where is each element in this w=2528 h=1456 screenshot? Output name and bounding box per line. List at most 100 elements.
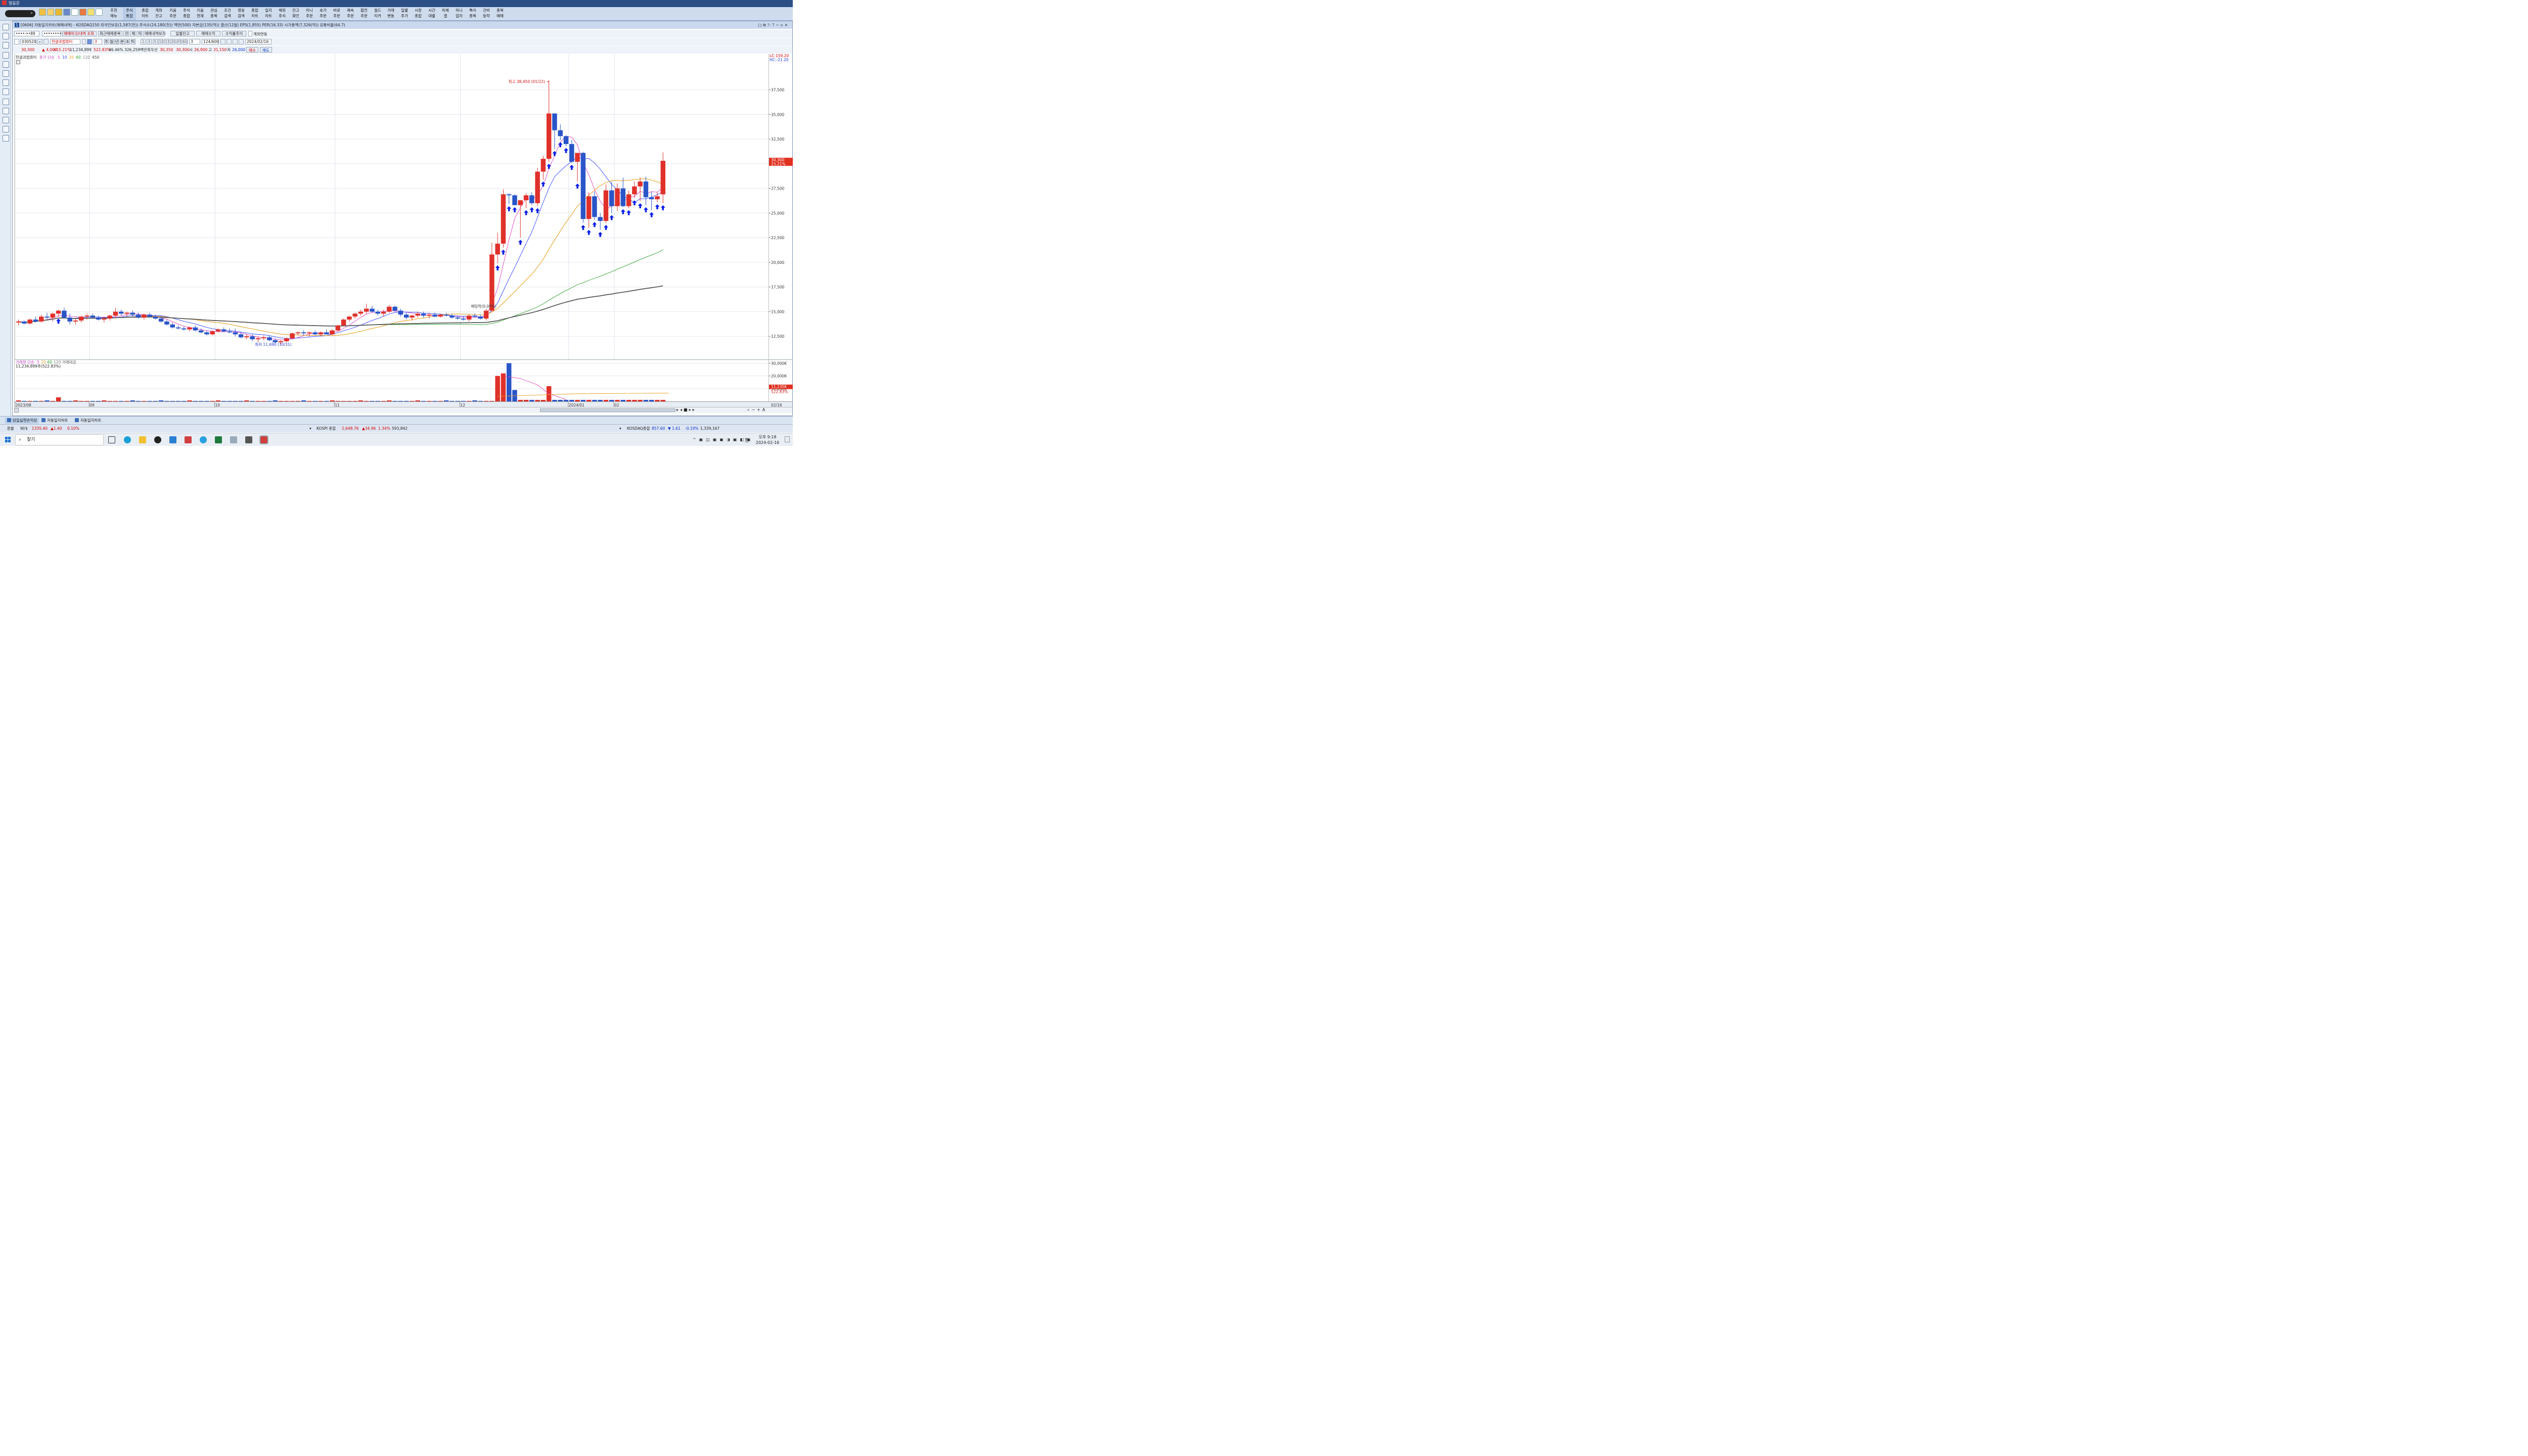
menu-item-28[interactable]: 종목 매매 (493, 8, 507, 20)
recent-trades-button[interactable]: 최근매매종목 (98, 31, 122, 36)
fill-icon[interactable] (3, 108, 9, 114)
kospi-label[interactable]: KOSPI 종합 (317, 426, 336, 431)
buy-arrow-icon[interactable] (638, 203, 643, 209)
menu-item-21[interactable]: 일별 주가 (398, 8, 411, 20)
menu-item-0[interactable]: 추천 메뉴 (107, 8, 120, 20)
buy-arrow-icon[interactable] (580, 224, 585, 230)
menu-item-15[interactable]: 호가 주문 (317, 8, 330, 20)
menu-item-7[interactable]: 관심 종목 (207, 8, 220, 20)
minute-button-3[interactable]: 10 (158, 39, 164, 44)
buy-arrow-icon[interactable] (620, 209, 625, 214)
kiwoom-icon[interactable] (185, 436, 192, 443)
file-explorer-icon[interactable] (139, 436, 146, 443)
chart-menu-icon[interactable] (16, 60, 20, 64)
menu-item-18[interactable]: 팝전 주문 (357, 8, 371, 20)
menu-item-25[interactable]: 미니 업자 (453, 8, 466, 20)
search-stock-icon[interactable]: ⌕ (37, 39, 42, 44)
notification-icon[interactable] (785, 436, 790, 442)
account-select[interactable]: ••••-••89 (14, 31, 39, 36)
menu-item-22[interactable]: 시장 종합 (412, 8, 425, 20)
gear-icon[interactable] (96, 9, 103, 16)
circle-icon[interactable] (3, 117, 9, 123)
buy-arrow-icon[interactable] (535, 208, 540, 213)
buy-arrow-icon[interactable] (598, 232, 603, 237)
buy-arrow-icon[interactable] (660, 205, 665, 210)
menu-item-4[interactable]: 키움 주문 (166, 8, 179, 20)
clock[interactable]: 오후 9:18 2024-02-16 (755, 434, 780, 445)
day-period-button[interactable] (87, 39, 92, 44)
menu-item-20[interactable]: 거래 변동 (384, 8, 397, 20)
horizontal-line-icon[interactable] (3, 52, 9, 59)
telegram-icon[interactable] (200, 436, 207, 443)
info-icon[interactable] (82, 39, 86, 44)
ime-indicator[interactable]: 한 (745, 437, 749, 443)
order-icon[interactable] (79, 9, 86, 16)
sell-button[interactable]: 매도 (260, 47, 272, 53)
menu-item-24[interactable]: 미체 결 (439, 8, 452, 20)
zoom-controls[interactable]: ⌕−+A (747, 407, 767, 413)
menu-item-5[interactable]: 주식 종합 (180, 8, 193, 20)
buy-arrow-icon[interactable] (512, 207, 517, 212)
buy-arrow-icon[interactable] (626, 210, 631, 215)
kosdaq-label[interactable]: KOSDAQ종합 (627, 426, 650, 431)
period-button-5[interactable]: 틱 (130, 39, 136, 44)
menu-item-3[interactable]: 계좌 잔고 (152, 8, 165, 20)
minute-count[interactable]: 3 (189, 39, 200, 44)
stats-icon[interactable] (3, 135, 9, 142)
cursor-tool-icon[interactable] (3, 33, 9, 39)
buy-arrow-icon[interactable] (655, 204, 660, 209)
tab-realized-profit[interactable]: 당일실현손익상 (5, 418, 39, 424)
kiwoom-active-icon[interactable] (259, 435, 268, 444)
menu-item-10[interactable]: 종합 차트 (248, 8, 261, 20)
menu-item-19[interactable]: 월드 티커 (371, 8, 384, 20)
search-icon[interactable]: ⌕ (31, 11, 33, 16)
memo-icon[interactable] (87, 9, 95, 16)
menu-item-2[interactable]: 종합 차트 (139, 8, 152, 20)
minute-button-7[interactable]: 60 (182, 39, 188, 44)
minute-button-4[interactable]: 15 (164, 39, 170, 44)
executed-toggle[interactable]: 체 (130, 31, 136, 36)
date-input[interactable]: 2024/02/16 (245, 39, 272, 44)
check-icon[interactable] (71, 9, 78, 16)
mail-icon[interactable] (169, 436, 176, 443)
fx-dropdown-icon[interactable]: ▾ (309, 426, 311, 431)
buy-arrow-icon[interactable] (518, 240, 523, 245)
buy-arrow-icon[interactable] (632, 200, 637, 206)
period-button-4[interactable]: 초 (125, 39, 130, 44)
tab-auto-chart-2[interactable]: 자동일지차트 (73, 418, 103, 424)
excel-icon[interactable] (215, 436, 222, 443)
buy-arrow-icon[interactable] (56, 318, 61, 324)
edit-icon[interactable] (47, 9, 54, 16)
trade-profit-button[interactable]: 매매수익 (196, 31, 220, 36)
scroll-thumb[interactable] (540, 408, 675, 412)
task-view-icon[interactable] (108, 436, 115, 443)
tab-auto-chart-1[interactable]: 자동일지차트 (39, 418, 70, 424)
menu-item-9[interactable]: 영웅 검색 (235, 8, 248, 20)
kospi-dropdown-icon[interactable]: ▾ (619, 426, 621, 431)
query-marks-button[interactable]: 매매마크/내역 조회 (62, 31, 97, 36)
playback-controls[interactable]: ▸◂■▸▸ (676, 407, 696, 412)
minute-button-6[interactable]: 45 (176, 39, 182, 44)
volume-chart[interactable]: 거래량 단순 5 20 60 120 거래대금 11,234,899주(522.83%… (14, 359, 769, 401)
menu-item-11[interactable]: 일지 차트 (262, 8, 275, 20)
buy-arrow-icon[interactable] (495, 265, 500, 270)
fx-pair[interactable]: W/$ (20, 426, 28, 431)
period-button-3[interactable]: 분 (120, 39, 125, 44)
window-controls[interactable]: ▢⧉⚐?−▫× (758, 21, 789, 29)
list-icon[interactable] (3, 126, 9, 132)
period-button-2[interactable]: 년 (115, 39, 119, 44)
scroll-left-button[interactable] (14, 408, 19, 413)
price-chart[interactable]: 최고 38,450 (01/22) → 최저 11,690 (10/31) 배당락(… (14, 54, 769, 361)
buy-arrow-icon[interactable] (564, 148, 569, 153)
minute-button-5[interactable]: 30 (170, 39, 176, 44)
menu-item-17[interactable]: 쾌속 주문 (344, 8, 357, 20)
buy-arrow-icon[interactable] (575, 184, 580, 189)
password-field[interactable]: ••••••••• (42, 31, 64, 36)
account-link-checkbox[interactable] (248, 31, 252, 36)
save-icon[interactable] (233, 39, 238, 44)
text-box-icon[interactable] (3, 99, 9, 105)
trade-history-button[interactable]: 매매내역보기 (143, 31, 165, 36)
zoom-icon[interactable] (220, 39, 225, 44)
settings-tool-icon[interactable] (3, 42, 9, 49)
buy-arrow-icon[interactable] (558, 142, 563, 148)
